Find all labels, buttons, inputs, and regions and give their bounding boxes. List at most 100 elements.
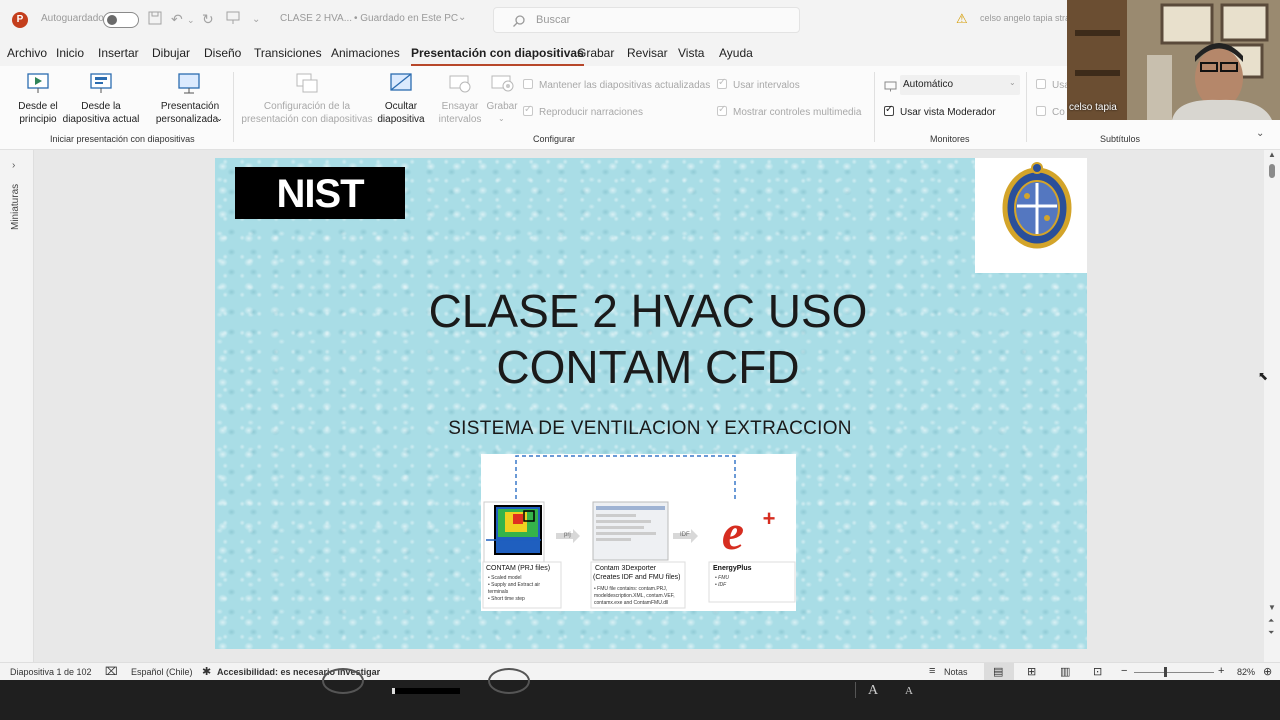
rehearse-timings-icon (449, 75, 471, 93)
from-beginning-button[interactable]: Desde el principio (12, 70, 64, 130)
next-control-icon[interactable] (488, 668, 530, 694)
save-status-dropdown-icon[interactable]: ⌄ (458, 12, 466, 23)
hide-slide-button[interactable]: Ocultar diapositiva (374, 70, 428, 130)
rehearse-label-1: Ensayar (441, 101, 479, 112)
from-current-label-1: Desde la (81, 101, 121, 112)
slide-title[interactable]: CLASE 2 HVAC USO CONTAM CFD (375, 283, 921, 395)
accessibility-icon[interactable]: ✱ (202, 665, 211, 678)
fit-to-window-icon[interactable]: ⊕ (1263, 665, 1272, 678)
monitor-icon (884, 79, 897, 97)
tab-transiciones[interactable]: Transiciones (254, 46, 322, 60)
from-current-slide-button[interactable]: Desde la diapositiva actual (60, 70, 142, 130)
slideshow-setup-button[interactable]: Configuración de la presentación con dia… (240, 70, 374, 130)
slide-subtitle[interactable]: SISTEMA DE VENTILACION Y EXTRACCION (355, 418, 945, 440)
tab-revisar[interactable]: Revisar (627, 46, 668, 60)
scroll-up-icon[interactable]: ▲ (1268, 150, 1276, 159)
reading-view-icon[interactable]: ▥ (1060, 665, 1070, 678)
exporter-bullet: contamx.exe and ContamFMU.dll (594, 600, 669, 606)
autosave-label: Autoguardado (41, 13, 104, 24)
tab-vista[interactable]: Vista (678, 46, 704, 60)
document-title[interactable]: CLASE 2 HVA... (280, 13, 352, 24)
user-name[interactable]: celso angelo tapia stra (980, 13, 1070, 23)
spelling-check-icon[interactable]: ⌧ (105, 665, 118, 678)
svg-text:+: + (763, 506, 776, 531)
decrease-font-icon[interactable]: A (905, 685, 913, 697)
slide-sorter-icon[interactable]: ⊞ (1027, 665, 1036, 678)
subtitle-settings-button[interactable]: Co (1036, 106, 1065, 118)
scrollbar-thumb[interactable] (1269, 164, 1275, 178)
previous-slide-icon[interactable]: ⏶ (1268, 616, 1274, 626)
save-status[interactable]: • Guardado en Este PC (354, 13, 458, 24)
slide-canvas[interactable]: NIST CLASE 2 HVAC USO CONTAM CFD SISTEMA… (215, 158, 1087, 649)
rehearse-timings-button[interactable]: Ensayar intervalos (434, 70, 486, 130)
scroll-down-icon[interactable]: ▼ (1268, 603, 1276, 612)
rehearse-label-2: intervalos (438, 114, 482, 125)
powerpoint-logo-icon: P (12, 12, 28, 28)
language-indicator[interactable]: Español (Chile) (131, 667, 193, 677)
tab-inicio[interactable]: Inicio (56, 46, 84, 60)
monitor-select[interactable]: Automático ⌄ (900, 75, 1020, 95)
exporter-bullets: • FMU file contains: contam.PRJ, modelde… (594, 586, 675, 607)
energyplus-bullet: • FMU (715, 575, 729, 581)
custom-show-label-2: personalizada (155, 114, 219, 125)
keep-slides-updated-checkbox[interactable]: Mantener las diapositivas actualizadas (523, 79, 710, 91)
configure-group-label: Configurar (533, 134, 576, 144)
undo-dropdown-icon[interactable]: ⌄ (187, 15, 195, 26)
progress-indicator[interactable] (392, 688, 460, 694)
tab-presentacion[interactable]: Presentación con diapositivas (411, 46, 584, 66)
redo-icon[interactable]: ↻ (202, 11, 214, 28)
notes-button[interactable]: Notas (944, 667, 968, 677)
keep-updated-label: Mantener las diapositivas actualizadas (539, 80, 711, 91)
zoom-out-icon[interactable]: − (1121, 665, 1127, 677)
tab-dibujar[interactable]: Dibujar (152, 46, 190, 60)
zoom-in-icon[interactable]: + (1218, 665, 1224, 677)
tab-animaciones[interactable]: Animaciones (331, 46, 400, 60)
hide-slide-label-2: diapositiva (377, 114, 425, 125)
customize-qat-icon[interactable]: ⌄ (252, 14, 260, 25)
presenter-view-checkbox[interactable]: Usar vista Moderador (884, 104, 996, 118)
monitor-select-value: Automático (903, 79, 954, 90)
collapse-ribbon-icon[interactable]: ⌄ (1256, 128, 1264, 139)
tab-diseno[interactable]: Diseño (204, 46, 241, 60)
tab-archivo[interactable]: Archivo (7, 46, 47, 60)
zoom-slider-thumb[interactable] (1164, 667, 1167, 677)
autosave-toggle[interactable] (103, 12, 139, 28)
zoom-slider[interactable] (1134, 672, 1214, 673)
video-call-toolbar: A A (0, 668, 1280, 720)
save-icon[interactable] (148, 11, 162, 28)
use-timings-checkbox[interactable]: Usar intervalos (717, 77, 800, 91)
thumbnails-pane[interactable]: › Miniaturas (0, 150, 34, 662)
notes-icon[interactable]: ≡ (929, 665, 935, 677)
expand-thumbnails-icon[interactable]: › (12, 160, 15, 171)
use-subtitles-checkbox[interactable]: Usa (1036, 79, 1070, 91)
custom-show-icon (178, 73, 200, 94)
contam-bullet: • Scaled model (488, 575, 522, 581)
previous-control-icon[interactable] (322, 668, 364, 694)
contam-energyplus-diagram[interactable]: e + prj IDF CONTAM (PRJ files) • Scaled … (481, 454, 796, 611)
next-slide-icon[interactable]: ⏷ (1268, 628, 1274, 638)
slide-title-line-1: CLASE 2 HVAC USO (428, 285, 868, 337)
search-box[interactable]: Buscar (493, 7, 800, 33)
custom-show-button[interactable]: Presentación personalizada ⌄ (150, 70, 230, 130)
keep-updated-box (523, 79, 533, 89)
thumbnails-label: Miniaturas (10, 183, 21, 230)
presenter-view-box (884, 104, 894, 116)
slide-counter[interactable]: Diapositiva 1 de 102 (10, 667, 92, 677)
play-narrations-checkbox[interactable]: Reproducir narraciones (523, 104, 643, 118)
show-media-controls-checkbox[interactable]: Mostrar controles multimedia (717, 104, 861, 118)
start-slideshow-icon[interactable] (226, 11, 240, 28)
normal-view-icon[interactable]: ▤ (993, 665, 1003, 678)
tab-grabar[interactable]: Grabar (577, 46, 614, 60)
zoom-level[interactable]: 82% (1237, 667, 1255, 677)
use-timings-box (717, 77, 727, 89)
record-button[interactable]: Grabar ⌄ (484, 70, 520, 130)
slideshow-view-icon[interactable]: ⊡ (1093, 665, 1102, 678)
hide-slide-label-1: Ocultar (384, 101, 418, 112)
tab-ayuda[interactable]: Ayuda (719, 46, 753, 60)
tab-insertar[interactable]: Insertar (98, 46, 139, 60)
undo-icon[interactable]: ↶ (171, 11, 183, 28)
vertical-scrollbar[interactable]: ▲ ▼ ⏶ ⏷ (1264, 150, 1280, 662)
increase-font-icon[interactable]: A (868, 683, 878, 699)
exporter-bullet: • FMU file contains: contam.PRJ, (594, 586, 668, 592)
warning-icon[interactable]: ⚠ (956, 11, 968, 27)
